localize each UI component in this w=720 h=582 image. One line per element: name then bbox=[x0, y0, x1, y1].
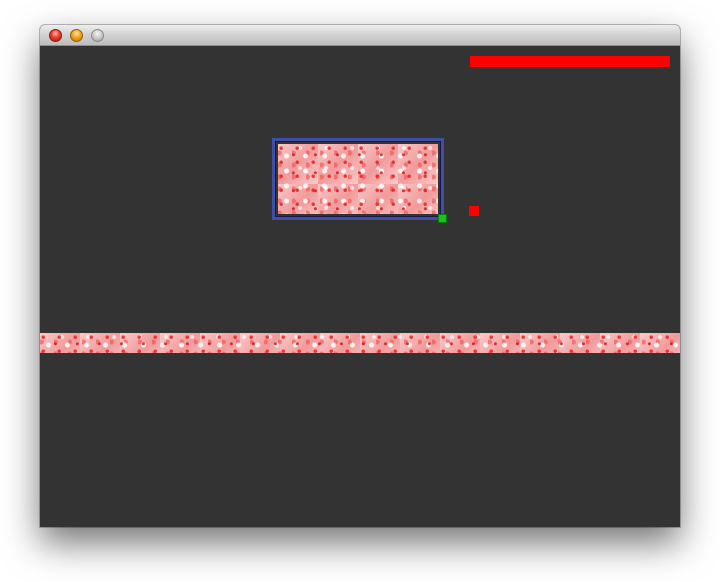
flesh-floor-platform bbox=[40, 333, 680, 353]
green-marker bbox=[438, 214, 447, 223]
health-bar-fill bbox=[470, 56, 670, 67]
health-bar bbox=[470, 56, 670, 67]
title-bar[interactable] bbox=[40, 25, 680, 46]
zoom-window-icon[interactable] bbox=[91, 29, 104, 42]
game-window bbox=[40, 25, 680, 527]
minimize-window-icon[interactable] bbox=[70, 29, 83, 42]
flesh-texture bbox=[278, 144, 438, 214]
game-canvas[interactable] bbox=[40, 46, 680, 527]
player-square bbox=[469, 206, 479, 216]
close-window-icon[interactable] bbox=[49, 29, 62, 42]
floating-flesh-block bbox=[272, 138, 444, 220]
